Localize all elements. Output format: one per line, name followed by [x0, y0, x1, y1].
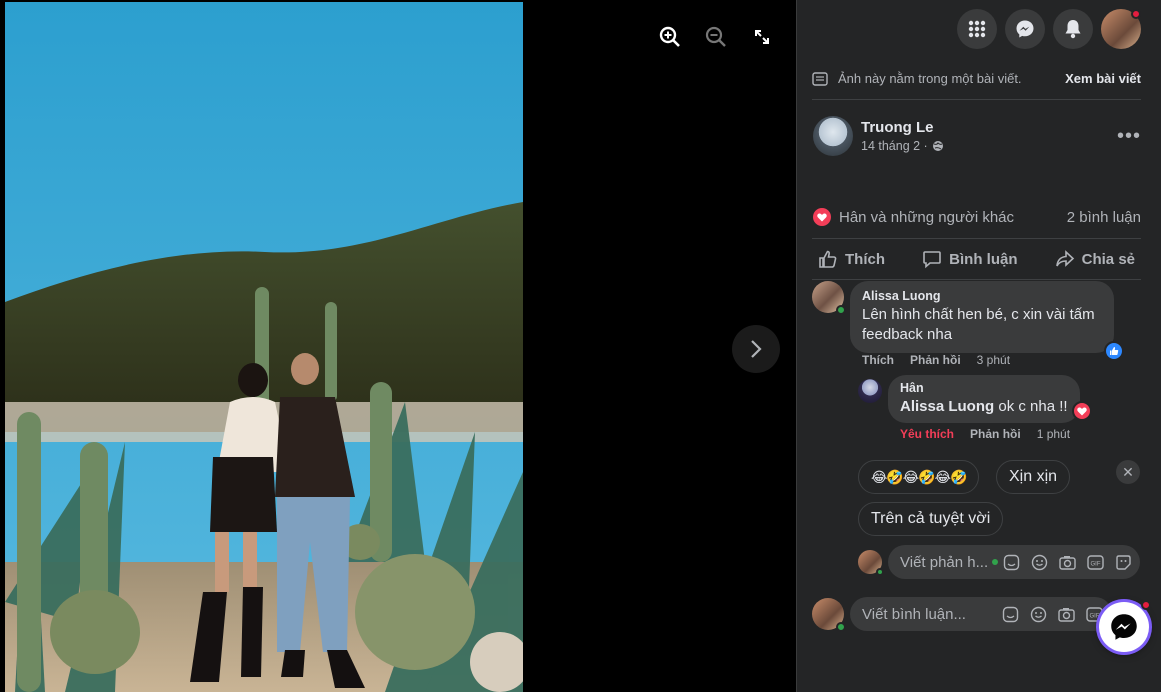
- suggestion-chip-tren-ca-tuyet-voi[interactable]: Trên cả tuyệt vời: [858, 502, 1004, 536]
- top-navigation: [797, 0, 1161, 58]
- share-button[interactable]: Chia sẻ: [1055, 249, 1135, 269]
- share-icon: [1055, 250, 1074, 267]
- heart-icon: [1076, 407, 1087, 415]
- post-author: Truong Le 14 tháng 2 · •••: [813, 116, 1141, 156]
- emoji-icon[interactable]: [1029, 605, 1048, 624]
- viewer-toolbar: [656, 24, 776, 50]
- share-label: Chia sẻ: [1081, 250, 1135, 268]
- online-indicator: [876, 568, 884, 576]
- typing-dot: [992, 559, 999, 565]
- notification-dot: [1131, 9, 1141, 19]
- messenger-icon: [1016, 20, 1034, 38]
- camera-icon[interactable]: [1057, 605, 1076, 624]
- reply-bubble: Hân Alissa Luong ok c nha !!: [888, 375, 1092, 423]
- comment-item: Alissa Luong Lên hình chất hen bé, c xin…: [812, 281, 1124, 361]
- photo: [5, 2, 523, 692]
- globe-icon: [932, 141, 943, 151]
- comment-count[interactable]: 2 bình luận: [1067, 209, 1141, 226]
- comment-text-line-1: Lên hình chất hen bé, c xin vài tấm: [862, 306, 1095, 323]
- svg-text:GIF: GIF: [1091, 562, 1101, 568]
- post-date[interactable]: 14 tháng 2 ·: [861, 139, 928, 153]
- sticker-icon[interactable]: [1114, 553, 1133, 572]
- camera-icon[interactable]: [1058, 553, 1077, 572]
- post-note-text: Ảnh này nằm trong một bài viết.: [838, 71, 1022, 86]
- commenter-avatar[interactable]: [812, 281, 846, 315]
- menu-button[interactable]: [957, 9, 997, 49]
- post-icon: [812, 71, 828, 86]
- commenter-name[interactable]: Alissa Luong: [862, 289, 1102, 303]
- like-label: Thích: [845, 250, 885, 268]
- avatar-sticker-icon[interactable]: [1001, 605, 1020, 624]
- more-options-icon[interactable]: •••: [1117, 125, 1141, 148]
- comment-input-placeholder: Viết bình luận...: [862, 605, 966, 623]
- notifications-button[interactable]: [1053, 9, 1093, 49]
- comment-button[interactable]: Bình luận: [922, 249, 1017, 269]
- love-reaction-icon: [813, 208, 831, 226]
- bell-icon: [1065, 20, 1081, 39]
- grid-menu-icon: [968, 20, 986, 38]
- photo-viewer: [0, 0, 796, 692]
- messenger-button[interactable]: [1005, 9, 1045, 49]
- emoji-icon[interactable]: [1030, 553, 1049, 572]
- author-avatar[interactable]: [813, 116, 853, 156]
- like-reaction-badge[interactable]: [1104, 341, 1124, 361]
- current-user-avatar: [812, 598, 846, 632]
- love-reaction-badge[interactable]: [1071, 401, 1092, 421]
- thumbs-up-icon: [1110, 347, 1119, 355]
- suggestion-emoji-chip[interactable]: 😂🤣😂🤣😂🤣: [858, 460, 980, 494]
- reaction-summary: Hân và những người khác 2 bình luận: [813, 202, 1141, 232]
- svg-text:GIF: GIF: [1090, 614, 1100, 620]
- reply-item: Hân Alissa Luong ok c nha !!: [858, 375, 1092, 423]
- comment-time[interactable]: 3 phút: [977, 353, 1010, 367]
- comment-like-link[interactable]: Thích: [862, 353, 894, 367]
- avatar-sticker-icon[interactable]: [1002, 553, 1021, 572]
- author-name[interactable]: Truong Le: [861, 119, 1117, 136]
- reply-actions: Yêu thích Phản hồi 1 phút: [900, 427, 1070, 441]
- fullscreen-icon[interactable]: [748, 24, 776, 50]
- comment-input-tools: GIF: [1001, 605, 1104, 624]
- close-suggestions-icon[interactable]: ✕: [1116, 460, 1140, 484]
- reply-input-tools: GIF: [1002, 553, 1133, 572]
- reply-time[interactable]: 1 phút: [1037, 427, 1070, 441]
- comment-actions: Thích Phản hồi 3 phút: [862, 353, 1010, 367]
- floating-messenger-button[interactable]: [1099, 600, 1151, 652]
- comment-text-line-2: feedback nha: [862, 326, 953, 343]
- post-actions: Thích Bình luận Chia sẻ: [812, 238, 1141, 280]
- reply-input-placeholder: Viết phản h...: [900, 553, 989, 571]
- view-post-link[interactable]: Xem bài viết: [1065, 71, 1141, 86]
- suggestion-chip-xin-xin[interactable]: Xịn xịn: [996, 460, 1071, 494]
- post-note: Ảnh này nằm trong một bài viết. Xem bài …: [812, 58, 1141, 100]
- reply-text: ok c nha !!: [998, 398, 1068, 415]
- comment-bubble: Alissa Luong Lên hình chất hen bé, c xin…: [850, 281, 1124, 361]
- reaction-names[interactable]: Hân và những người khác: [839, 209, 1067, 226]
- comment-icon: [923, 251, 941, 269]
- reply-love-link[interactable]: Yêu thích: [900, 427, 954, 441]
- thumbs-up-icon: [819, 250, 837, 268]
- online-indicator: [836, 622, 846, 632]
- comment-label: Bình luận: [949, 250, 1018, 268]
- replier-name[interactable]: Hân: [900, 381, 1068, 395]
- like-button[interactable]: Thích: [818, 249, 885, 269]
- messenger-icon: [1111, 614, 1137, 640]
- online-indicator: [836, 305, 846, 315]
- notification-dot: [1141, 600, 1151, 610]
- gif-icon[interactable]: GIF: [1086, 553, 1105, 572]
- zoom-out-icon[interactable]: [702, 24, 730, 50]
- reply-reply-link[interactable]: Phản hồi: [970, 427, 1021, 441]
- account-avatar[interactable]: [1101, 9, 1141, 49]
- mention-tag[interactable]: Alissa Luong: [900, 398, 994, 415]
- chevron-right-icon: [751, 340, 762, 358]
- zoom-in-icon[interactable]: [656, 24, 684, 50]
- replier-avatar[interactable]: [858, 379, 882, 403]
- current-user-avatar: [858, 550, 884, 576]
- comment-reply-link[interactable]: Phản hồi: [910, 353, 961, 367]
- next-photo-button[interactable]: [732, 325, 780, 373]
